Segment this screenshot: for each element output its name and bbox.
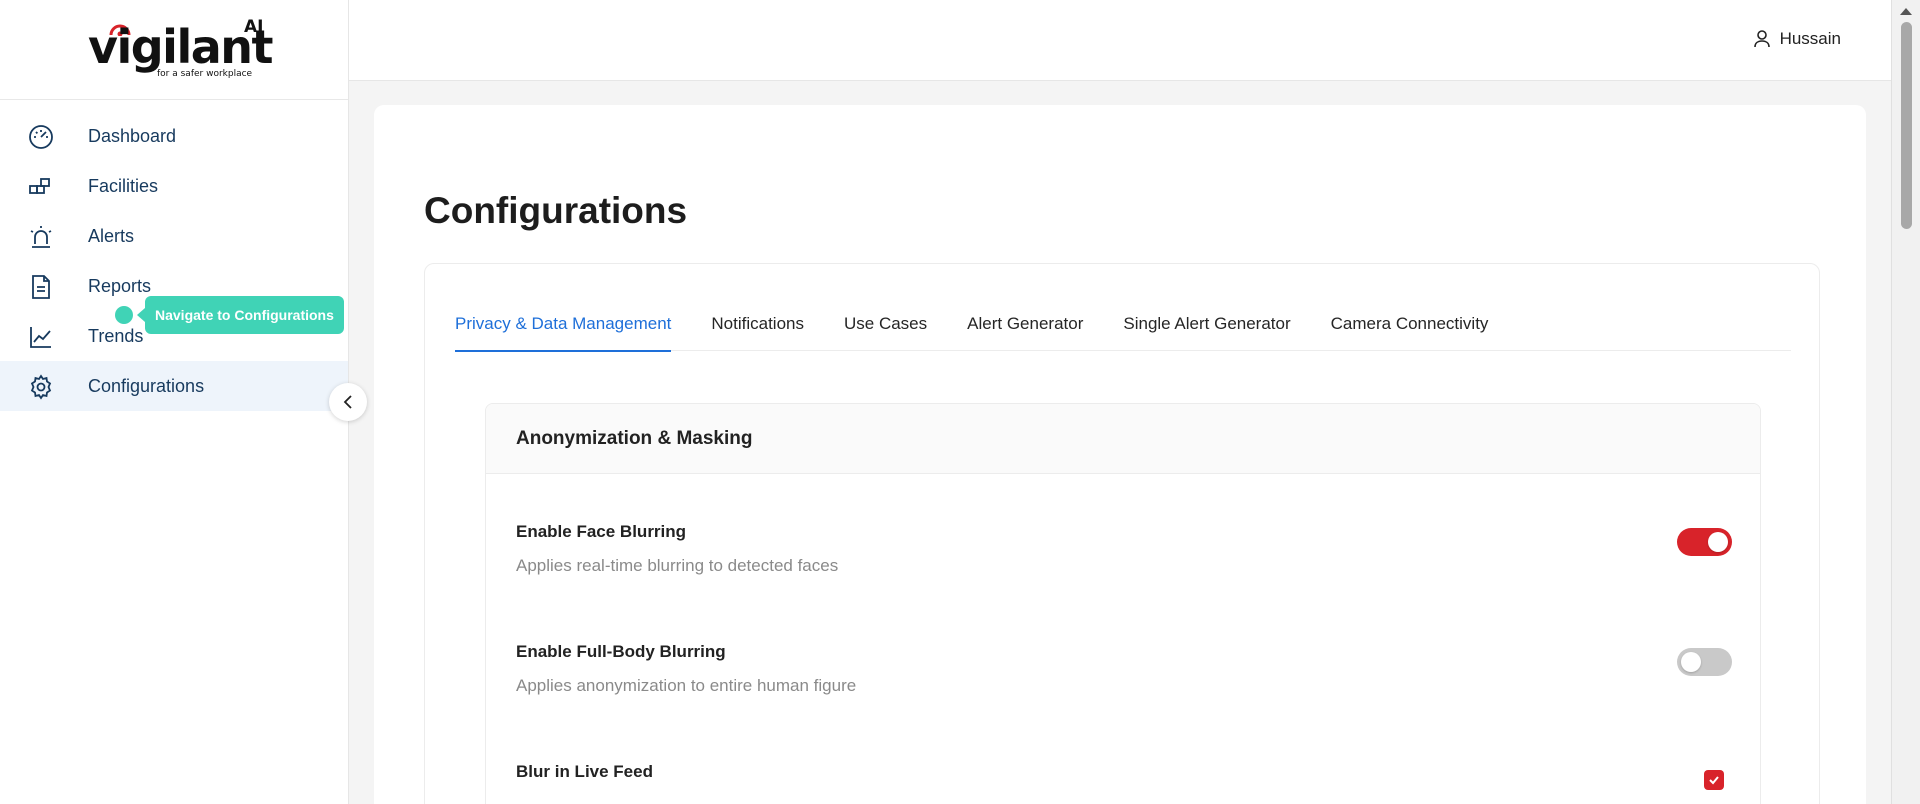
tab-single-alert-generator[interactable]: Single Alert Generator — [1123, 304, 1290, 351]
gear-icon — [30, 374, 52, 400]
tab-use-cases[interactable]: Use Cases — [844, 304, 927, 351]
checkmark-icon — [1709, 776, 1719, 785]
setting-description: Applies anonymization to entire human fi… — [516, 676, 857, 695]
sidebar: vigilant AI for a safer workplace Dashbo… — [0, 0, 349, 804]
sidebar-item-dashboard[interactable]: Dashboard — [0, 111, 348, 161]
setting-full-body-blurring: Enable Full-Body Blurring Applies anonym… — [516, 642, 1732, 696]
page-scrollbar[interactable] — [1891, 0, 1920, 804]
blocks-icon — [29, 178, 50, 194]
setting-title: Enable Face Blurring — [516, 522, 687, 541]
document-icon — [32, 275, 50, 299]
config-tabs: Privacy & Data Management Notifications … — [455, 304, 1791, 352]
sidebar-item-configurations[interactable]: Configurations — [0, 361, 348, 411]
gauge-icon — [29, 125, 53, 149]
content-card: Configurations Privacy & Data Management… — [374, 105, 1866, 804]
setting-description: Applies real-time blurring to detected f… — [516, 556, 839, 575]
setting-face-blurring: Enable Face Blurring Applies real-time b… — [516, 522, 1732, 576]
tab-alert-generator[interactable]: Alert Generator — [967, 304, 1083, 351]
sidebar-item-label: Reports — [88, 275, 152, 296]
tooltip-indicator-dot — [115, 306, 133, 324]
logo-ai-superscript: AI — [244, 17, 264, 37]
siren-icon — [30, 226, 52, 248]
setting-title: Blur in Live Feed — [516, 762, 653, 781]
tab-camera-connectivity[interactable]: Camera Connectivity — [1331, 304, 1489, 351]
sidebar-item-facilities[interactable]: Facilities — [0, 161, 348, 211]
sidebar-item-label: Configurations — [88, 375, 205, 396]
setting-blur-live-feed: Blur in Live Feed — [516, 762, 1732, 790]
scroll-up-arrow-icon[interactable] — [1900, 8, 1912, 15]
sidebar-nav: Dashboard Facilities Alerts Reports Tren… — [0, 111, 348, 411]
user-icon — [1753, 30, 1770, 48]
section-title: Anonymization & Masking — [486, 404, 1760, 474]
toggle-knob — [1708, 532, 1728, 552]
tab-notifications[interactable]: Notifications — [711, 304, 804, 351]
logo[interactable]: vigilant AI for a safer workplace — [0, 0, 348, 100]
main-content: Configurations Privacy & Data Management… — [349, 81, 1891, 804]
scrollbar-thumb[interactable] — [1901, 22, 1912, 229]
sidebar-item-alerts[interactable]: Alerts — [0, 211, 348, 261]
configuration-panel: Privacy & Data Management Notifications … — [424, 263, 1820, 804]
logo-tagline: for a safer workplace — [157, 69, 253, 79]
face-blurring-toggle[interactable] — [1677, 528, 1732, 556]
collapse-sidebar-button[interactable] — [329, 383, 367, 421]
tab-privacy-data-management[interactable]: Privacy & Data Management — [455, 304, 672, 352]
nav-tooltip: Navigate to Configurations — [137, 296, 344, 334]
user-menu[interactable]: Hussain — [1753, 29, 1841, 49]
sidebar-item-label: Facilities — [88, 175, 159, 196]
blur-live-feed-checkbox[interactable] — [1704, 770, 1724, 790]
line-chart-icon — [30, 327, 51, 348]
setting-title: Enable Full-Body Blurring — [516, 642, 726, 661]
sidebar-item-label: Trends — [88, 325, 144, 346]
page-title: Configurations — [424, 190, 688, 231]
top-header: Hussain — [349, 0, 1891, 81]
full-body-blurring-toggle[interactable] — [1677, 648, 1732, 676]
user-name: Hussain — [1779, 29, 1841, 48]
chevron-left-icon — [343, 395, 352, 409]
anonymization-section: Anonymization & Masking Enable Face Blur… — [485, 403, 1761, 804]
sidebar-item-label: Dashboard — [88, 125, 177, 146]
sidebar-item-label: Alerts — [88, 225, 135, 246]
toggle-knob — [1681, 652, 1701, 672]
